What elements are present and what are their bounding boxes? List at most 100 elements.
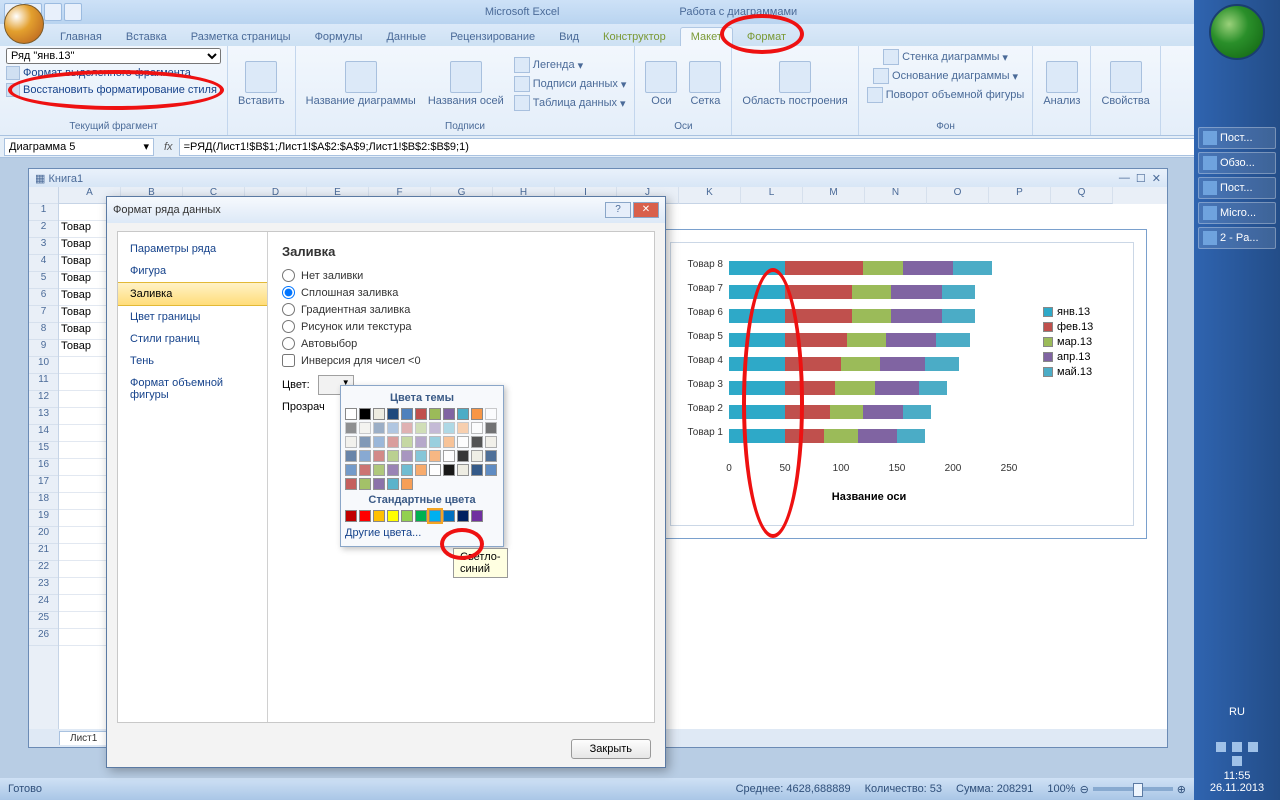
- color-swatch[interactable]: [415, 422, 427, 434]
- color-swatch[interactable]: [443, 408, 455, 420]
- color-swatch[interactable]: [457, 436, 469, 448]
- color-swatch[interactable]: [485, 422, 497, 434]
- sheet-tab[interactable]: Лист1: [59, 731, 108, 745]
- color-swatch[interactable]: [387, 510, 399, 522]
- color-swatch[interactable]: [485, 436, 497, 448]
- tab-design[interactable]: Конструктор: [593, 28, 676, 46]
- plot-area-button[interactable]: Область построения: [738, 59, 851, 109]
- color-swatch[interactable]: [485, 464, 497, 476]
- color-swatch[interactable]: [359, 478, 371, 490]
- color-swatch[interactable]: [401, 478, 413, 490]
- color-swatch[interactable]: [359, 450, 371, 462]
- color-swatch[interactable]: [429, 464, 441, 476]
- embedded-chart[interactable]: Товар 8Товар 7Товар 6Товар 5Товар 4Товар…: [657, 229, 1147, 539]
- color-swatch[interactable]: [401, 510, 413, 522]
- taskbar-item[interactable]: Пост...: [1198, 127, 1276, 149]
- color-swatch[interactable]: [443, 422, 455, 434]
- tray-time[interactable]: 11:55: [1194, 770, 1280, 782]
- language-indicator[interactable]: RU: [1194, 706, 1280, 718]
- color-swatch[interactable]: [443, 450, 455, 462]
- tray-icon[interactable]: [1232, 756, 1242, 766]
- color-swatch[interactable]: [387, 478, 399, 490]
- analysis-button[interactable]: Анализ: [1039, 59, 1084, 109]
- dialog-nav-item[interactable]: Формат объемной фигуры: [118, 372, 267, 406]
- start-button[interactable]: [1209, 4, 1265, 60]
- tray-icon[interactable]: [1216, 742, 1226, 752]
- dialog-nav-item[interactable]: Тень: [118, 350, 267, 372]
- color-swatch[interactable]: [471, 464, 483, 476]
- axis-titles-button[interactable]: Названия осей: [424, 59, 508, 109]
- radio-solid-fill[interactable]: Сплошная заливка: [282, 284, 640, 301]
- data-table-button[interactable]: Таблица данных ▾: [512, 94, 629, 112]
- more-colors-link[interactable]: Другие цвета...: [345, 524, 499, 542]
- reset-style-button[interactable]: Восстановить форматирование стиля: [6, 82, 221, 98]
- color-swatch[interactable]: [471, 450, 483, 462]
- radio-picture-fill[interactable]: Рисунок или текстура: [282, 318, 640, 335]
- dialog-nav-item[interactable]: Заливка: [118, 282, 267, 306]
- tab-layout[interactable]: Макет: [680, 27, 733, 46]
- taskbar-item[interactable]: 2 - Pa...: [1198, 227, 1276, 249]
- color-swatch[interactable]: [401, 436, 413, 448]
- radio-auto-fill[interactable]: Автовыбор: [282, 335, 640, 352]
- qat-dropdown-icon[interactable]: [64, 3, 82, 21]
- color-swatch[interactable]: [359, 436, 371, 448]
- color-swatch[interactable]: [457, 408, 469, 420]
- legend-button[interactable]: Легенда ▾: [512, 56, 629, 74]
- color-swatch[interactable]: [415, 510, 427, 522]
- color-swatch[interactable]: [373, 478, 385, 490]
- wb-close-icon[interactable]: ✕: [1152, 172, 1161, 185]
- color-swatch[interactable]: [387, 436, 399, 448]
- rotation-button[interactable]: Поворот объемной фигуры: [865, 86, 1027, 104]
- color-swatch[interactable]: [345, 408, 357, 420]
- color-swatch[interactable]: [485, 408, 497, 420]
- tray-date[interactable]: 26.11.2013: [1194, 782, 1280, 794]
- data-labels-button[interactable]: Подписи данных ▾: [512, 75, 629, 93]
- radio-no-fill[interactable]: Нет заливки: [282, 267, 640, 284]
- format-selection-button[interactable]: Формат выделенного фрагмента: [6, 65, 221, 81]
- tab-data[interactable]: Данные: [376, 28, 436, 46]
- color-swatch[interactable]: [415, 436, 427, 448]
- color-swatch[interactable]: [471, 510, 483, 522]
- color-swatch[interactable]: [345, 464, 357, 476]
- gridlines-button[interactable]: Сетка: [685, 59, 725, 109]
- chart-floor-button[interactable]: Основание диаграммы ▾: [871, 67, 1020, 85]
- axes-button[interactable]: Оси: [641, 59, 681, 109]
- color-swatch[interactable]: [429, 436, 441, 448]
- color-swatch[interactable]: [345, 422, 357, 434]
- color-swatch[interactable]: [359, 422, 371, 434]
- wb-min-icon[interactable]: —: [1119, 172, 1130, 185]
- tab-insert[interactable]: Вставка: [116, 28, 177, 46]
- dialog-close-button[interactable]: Закрыть: [571, 739, 651, 759]
- color-swatch[interactable]: [401, 422, 413, 434]
- tab-formulas[interactable]: Формулы: [305, 28, 373, 46]
- tab-view[interactable]: Вид: [549, 28, 589, 46]
- color-swatch[interactable]: [387, 464, 399, 476]
- color-swatch[interactable]: [457, 450, 469, 462]
- color-swatch[interactable]: [401, 464, 413, 476]
- wb-max-icon[interactable]: ☐: [1136, 172, 1146, 185]
- properties-button[interactable]: Свойства: [1097, 59, 1153, 109]
- chart-title-button[interactable]: Название диаграммы: [302, 59, 420, 109]
- color-swatch[interactable]: [373, 464, 385, 476]
- color-swatch[interactable]: [415, 464, 427, 476]
- color-swatch[interactable]: [345, 436, 357, 448]
- insert-button[interactable]: Вставить: [234, 59, 289, 109]
- color-swatch[interactable]: [485, 450, 497, 462]
- color-swatch[interactable]: [443, 464, 455, 476]
- color-swatch[interactable]: [373, 422, 385, 434]
- dialog-nav-item[interactable]: Стили границ: [118, 328, 267, 350]
- taskbar-item[interactable]: Пост...: [1198, 177, 1276, 199]
- color-swatch[interactable]: [373, 450, 385, 462]
- tab-home[interactable]: Главная: [50, 28, 112, 46]
- tray-icon[interactable]: [1248, 742, 1258, 752]
- namebox-dropdown-icon[interactable]: ▾: [143, 140, 149, 153]
- formula-input[interactable]: =РЯД(Лист1!$B$1;Лист1!$A$2:$A$9;Лист1!$B…: [179, 138, 1280, 156]
- dialog-help-icon[interactable]: ?: [605, 202, 631, 218]
- color-swatch[interactable]: [373, 436, 385, 448]
- dialog-nav-item[interactable]: Параметры ряда: [118, 238, 267, 260]
- color-swatch[interactable]: [387, 450, 399, 462]
- color-swatch[interactable]: [471, 422, 483, 434]
- selection-combobox[interactable]: Ряд "янв.13": [6, 48, 221, 64]
- row-headers[interactable]: 1234567891011121314151617181920212223242…: [29, 187, 59, 729]
- color-swatch[interactable]: [373, 408, 385, 420]
